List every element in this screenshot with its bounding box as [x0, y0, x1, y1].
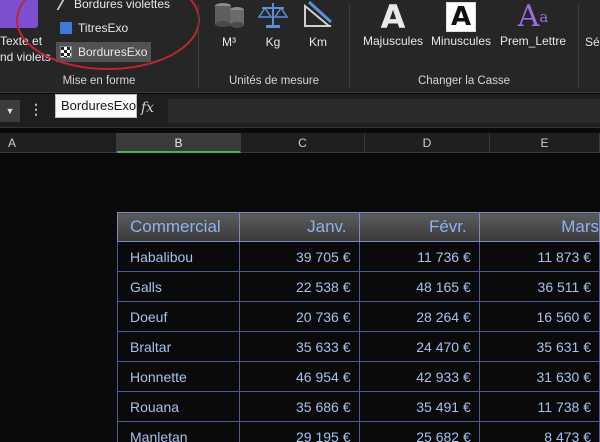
- kg-label: Kg: [265, 35, 281, 49]
- cell-janv[interactable]: 20 736 €: [239, 301, 360, 332]
- group-mise-en-forme: Texte et nd violets Bordures violettes T…: [0, 0, 200, 93]
- column-header-b[interactable]: B: [117, 133, 241, 153]
- cell-janv[interactable]: 22 538 €: [239, 271, 360, 302]
- insert-function-icon[interactable]: fx: [141, 100, 154, 116]
- majuscules-label: Majuscules: [362, 34, 424, 48]
- m3-label: M³: [222, 35, 236, 49]
- table-row: Doeuf 20 736 € 28 264 € 16 560 €: [116, 301, 600, 332]
- table-header-row: Commercial Janv. Févr. Mars: [116, 212, 600, 242]
- group-label: Changer la Casse: [417, 75, 511, 87]
- table-row: Rouana 35 686 € 35 491 € 11 738 €: [116, 391, 600, 422]
- majuscules-icon: A: [380, 0, 406, 36]
- cell-commercial[interactable]: Braltar: [116, 331, 241, 362]
- cell-commercial[interactable]: Manletan: [116, 421, 241, 442]
- prem-lettre-button[interactable]: Aa Prem_Lettre: [497, 0, 569, 49]
- cell-janv[interactable]: 29 195 €: [239, 421, 360, 442]
- cell-fevr[interactable]: 28 264 €: [358, 301, 480, 332]
- formula-input[interactable]: [168, 99, 600, 123]
- prem-lettre-icon: Aa: [517, 0, 549, 34]
- kg-button[interactable]: Kg: [257, 0, 289, 49]
- minuscules-icon: A: [446, 2, 476, 32]
- cell-commercial[interactable]: Rouana: [116, 391, 241, 422]
- cell-fevr[interactable]: 35 491 €: [358, 391, 480, 422]
- header-commercial[interactable]: Commercial: [116, 212, 241, 242]
- barrels-icon: [215, 3, 244, 28]
- header-fevr[interactable]: Févr.: [358, 212, 480, 242]
- column-header-a[interactable]: A: [0, 133, 117, 153]
- worksheet[interactable]: Commercial Janv. Févr. Mars Habalibou 39…: [0, 154, 600, 442]
- column-header-c[interactable]: C: [241, 133, 365, 153]
- table-row: Manletan 29 195 € 25 682 € 8 473 €: [116, 421, 600, 442]
- cell-mars[interactable]: 31 630 €: [478, 361, 600, 392]
- cell-janv[interactable]: 35 633 €: [239, 331, 360, 362]
- column-header-e[interactable]: E: [490, 133, 600, 153]
- group-unites-de-mesure: M³ Kg Km Unités de mesure: [199, 0, 349, 93]
- balance-icon: [257, 3, 289, 28]
- minuscules-label: Minuscules: [430, 34, 492, 48]
- ruler-icon: [304, 0, 333, 27]
- cell-mars[interactable]: 16 560 €: [478, 301, 600, 332]
- prem-lettre-label: Prem_Lettre: [499, 34, 567, 48]
- majuscules-button[interactable]: A Majuscules: [360, 0, 426, 48]
- group-partial: Sé: [579, 0, 600, 93]
- style-tooltip: BorduresExo: [55, 94, 137, 118]
- group-label: Mise en forme: [62, 75, 136, 87]
- header-janv[interactable]: Janv.: [239, 212, 360, 242]
- name-box-dropdown[interactable]: ▼: [0, 100, 20, 122]
- table-row: Braltar 35 633 € 24 470 € 35 631 €: [116, 331, 600, 362]
- group-changer-la-casse: A Majuscules A Minuscules Aa Prem_Lettre…: [350, 0, 578, 93]
- km-label: Km: [309, 35, 327, 49]
- table-row: Habalibou 39 705 € 11 736 € 11 873 €: [116, 241, 600, 272]
- group-label: Unités de mesure: [228, 75, 320, 87]
- cell-fevr[interactable]: 25 682 €: [358, 421, 480, 442]
- column-header-d[interactable]: D: [365, 133, 490, 153]
- partial-button[interactable]: Sé: [585, 35, 600, 49]
- cell-janv[interactable]: 39 705 €: [239, 241, 360, 272]
- column-headers: A B C D E: [0, 133, 600, 153]
- formula-bar: ▼ ⋮ BorduresExo fx: [0, 94, 600, 128]
- more-options-icon[interactable]: ⋮: [29, 101, 43, 118]
- cell-mars[interactable]: 36 511 €: [478, 271, 600, 302]
- cell-fevr[interactable]: 42 933 €: [358, 361, 480, 392]
- cell-commercial[interactable]: Habalibou: [116, 241, 241, 272]
- header-mars[interactable]: Mars: [478, 212, 600, 242]
- cell-commercial[interactable]: Doeuf: [116, 301, 241, 332]
- cell-mars[interactable]: 11 738 €: [478, 391, 600, 422]
- cell-fevr[interactable]: 48 165 €: [358, 271, 480, 302]
- cell-mars[interactable]: 8 473 €: [478, 421, 600, 442]
- sales-table: Commercial Janv. Févr. Mars Habalibou 39…: [116, 212, 600, 442]
- cell-fevr[interactable]: 11 736 €: [358, 241, 480, 272]
- cell-janv[interactable]: 35 686 €: [239, 391, 360, 422]
- table-row: Honnette 46 954 € 42 933 € 31 630 €: [116, 361, 600, 392]
- cell-commercial[interactable]: Honnette: [116, 361, 241, 392]
- cell-commercial[interactable]: Galls: [116, 271, 241, 302]
- cell-mars[interactable]: 11 873 €: [478, 241, 600, 272]
- cell-janv[interactable]: 46 954 €: [239, 361, 360, 392]
- cell-fevr[interactable]: 24 470 €: [358, 331, 480, 362]
- m3-button[interactable]: M³: [211, 0, 247, 49]
- cell-mars[interactable]: 35 631 €: [478, 331, 600, 362]
- ribbon: Texte et nd violets Bordures violettes T…: [0, 0, 600, 93]
- minuscules-button[interactable]: A Minuscules: [428, 2, 494, 48]
- table-row: Galls 22 538 € 48 165 € 36 511 €: [116, 271, 600, 302]
- km-button[interactable]: Km: [300, 0, 336, 49]
